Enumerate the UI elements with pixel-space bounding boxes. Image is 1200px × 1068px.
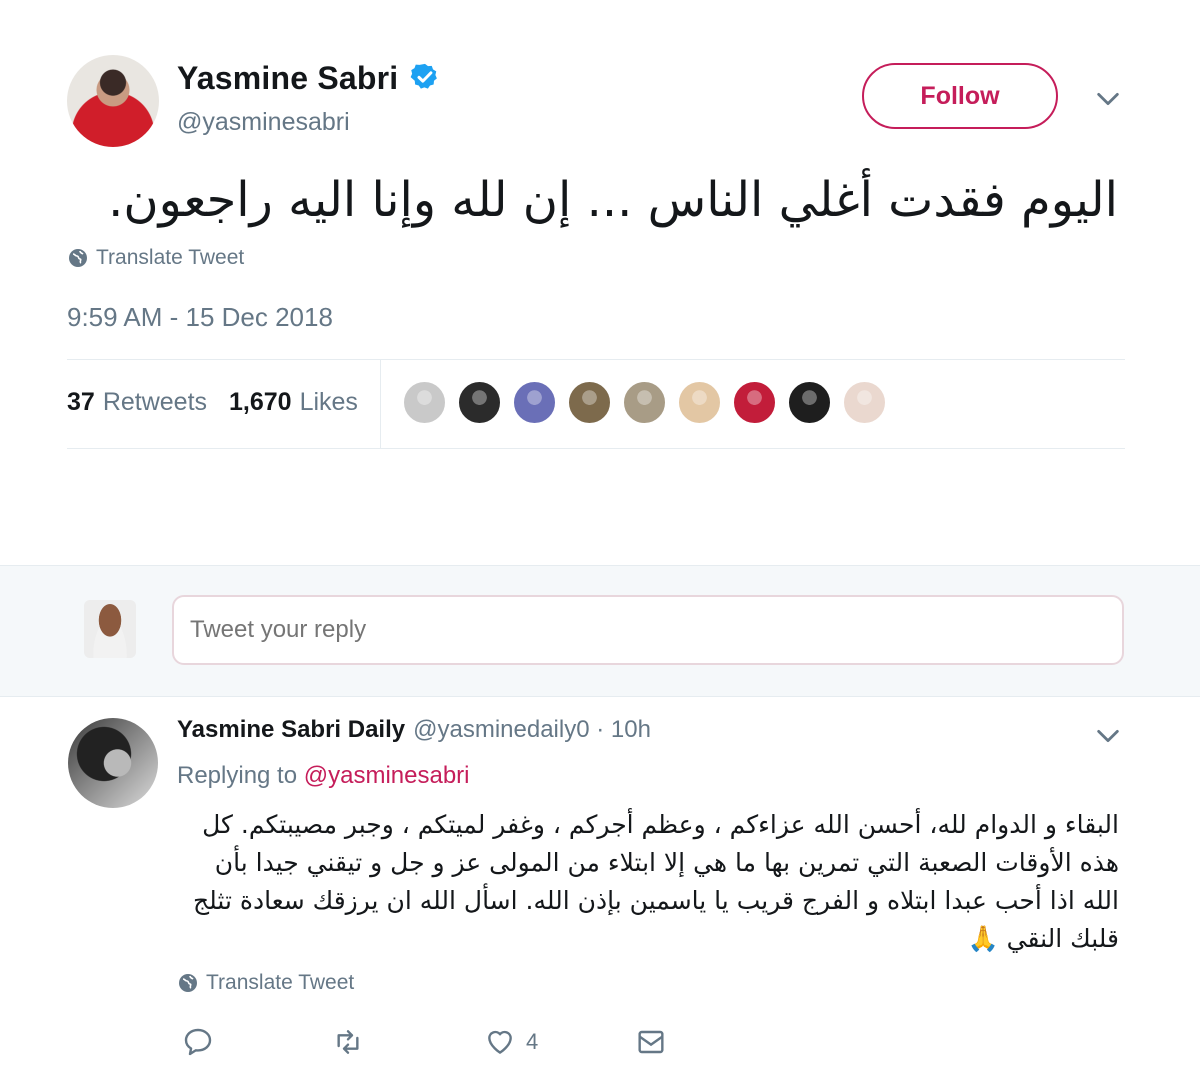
likes-stat[interactable]: 1,670 Likes <box>229 388 358 417</box>
retweets-label: Retweets <box>102 388 208 416</box>
reply-meta[interactable]: @yasminedaily0 · 10h <box>413 716 651 744</box>
retweets-stat[interactable]: 37 Retweets <box>67 388 207 417</box>
follow-button[interactable]: Follow <box>862 63 1058 129</box>
translate-tweet-link[interactable]: Translate Tweet <box>178 971 354 995</box>
liker-avatar[interactable] <box>677 380 722 425</box>
tweet-text: اليوم فقدت أغلي الناس ... إن لله وإنا ال… <box>108 172 1118 228</box>
replying-mention-link[interactable]: @yasminesabri <box>304 762 470 789</box>
divider <box>67 359 1125 360</box>
chevron-down-icon[interactable] <box>1094 85 1122 113</box>
reply-author-avatar[interactable] <box>68 718 158 808</box>
chevron-down-icon[interactable] <box>1094 722 1122 750</box>
liker-avatar[interactable] <box>842 380 887 425</box>
globe-icon <box>179 974 197 992</box>
reply-header: Yasmine Sabri Daily @yasminedaily0 · 10h <box>177 716 651 744</box>
reply-icon <box>184 1028 212 1056</box>
translate-label[interactable]: Translate Tweet <box>206 971 354 995</box>
divider <box>380 360 381 448</box>
retweets-count: 37 <box>67 388 95 416</box>
author-handle[interactable]: @yasminesabri <box>177 108 350 137</box>
liker-avatar[interactable] <box>567 380 612 425</box>
replying-to: Replying to @yasminesabri <box>177 762 470 790</box>
author-avatar[interactable] <box>67 55 159 147</box>
likes-count: 1,670 <box>229 388 292 416</box>
liker-avatars <box>402 380 887 425</box>
reply-input[interactable] <box>172 595 1124 665</box>
message-button[interactable] <box>635 1026 667 1058</box>
replying-prefix: Replying to <box>177 762 298 789</box>
translate-label[interactable]: Translate Tweet <box>96 246 244 270</box>
liker-avatar[interactable] <box>622 380 667 425</box>
retweet-icon <box>337 1030 359 1054</box>
divider <box>67 448 1125 449</box>
liker-avatar[interactable] <box>457 380 502 425</box>
author-name[interactable]: Yasmine Sabri <box>177 60 398 97</box>
reply-author-name[interactable]: Yasmine Sabri Daily <box>177 716 405 744</box>
like-button[interactable]: 4 <box>484 1026 538 1058</box>
reply-text: البقاء و الدوام لله، أحسن الله عزاءكم ، … <box>193 810 1119 953</box>
liker-avatar[interactable] <box>512 380 557 425</box>
heart-icon <box>488 1030 512 1054</box>
reply-button[interactable] <box>182 1026 214 1058</box>
likes-label: Likes <box>299 388 358 416</box>
liker-avatar[interactable] <box>787 380 832 425</box>
translate-tweet-link[interactable]: Translate Tweet <box>68 246 244 270</box>
envelope-icon <box>638 1030 664 1054</box>
liker-avatar[interactable] <box>732 380 777 425</box>
retweet-button[interactable] <box>332 1026 364 1058</box>
current-user-avatar <box>84 600 136 658</box>
tweet-timestamp[interactable]: 9:59 AM - 15 Dec 2018 <box>67 302 333 333</box>
like-count: 4 <box>526 1029 539 1054</box>
liker-avatar[interactable] <box>402 380 447 425</box>
globe-icon <box>69 249 87 267</box>
verified-badge-icon <box>410 63 437 89</box>
